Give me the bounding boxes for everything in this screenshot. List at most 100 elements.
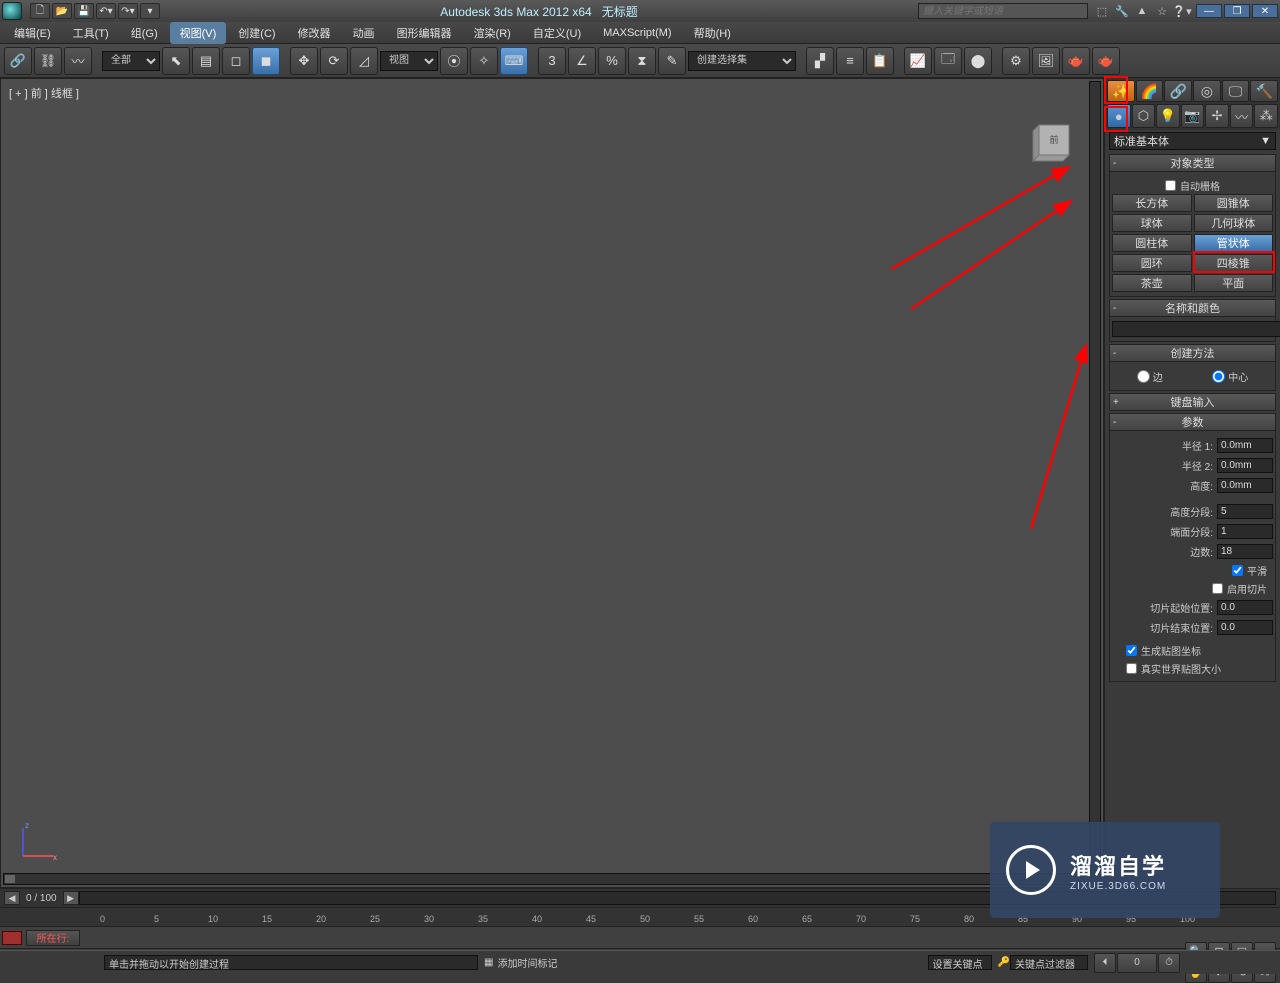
tool-icon[interactable]: 🔧 [1114, 3, 1130, 19]
rotate-icon[interactable]: ⟳ [320, 47, 348, 75]
menu-graph[interactable]: 图形编辑器 [387, 22, 462, 44]
viewport[interactable]: [ + ] 前 ] 线框 ] 前 zx [0, 78, 1104, 888]
rollout-keyboard[interactable]: +键盘输入 [1109, 393, 1276, 411]
chk-realworld[interactable] [1126, 663, 1137, 674]
rollout-objtype[interactable]: -对象类型 [1109, 154, 1276, 172]
time-prev-button[interactable]: ◀ [4, 891, 20, 905]
radio-edge[interactable]: 边 [1137, 369, 1163, 384]
spin-h[interactable] [1218, 479, 1280, 492]
keytag-icon[interactable]: 🔑 [998, 957, 1010, 968]
subtab-helpers[interactable]: ✢ [1205, 104, 1229, 128]
subtab-geometry[interactable]: ● [1107, 104, 1131, 128]
schematic-icon[interactable]: 🗔 [934, 47, 962, 75]
viewport-scroll-h[interactable] [3, 873, 1101, 885]
tab-create[interactable]: ✨ [1107, 80, 1135, 102]
edit-named-icon[interactable]: ✎ [658, 47, 686, 75]
menu-view[interactable]: 视图(V) [170, 22, 227, 44]
obj-geosphere[interactable]: 几何球体 [1194, 214, 1274, 232]
menu-render[interactable]: 渲染(R) [464, 22, 521, 44]
maximize-button[interactable]: ❐ [1224, 4, 1250, 18]
qat-redo-icon[interactable]: ↷▾ [118, 3, 138, 19]
move-icon[interactable]: ✥ [290, 47, 318, 75]
material-icon[interactable]: ⬤ [964, 47, 992, 75]
tab-hierarchy[interactable]: 🔗 [1164, 80, 1192, 102]
addtag-label[interactable]: 添加时间标记 [498, 955, 558, 970]
spin-cseg[interactable] [1218, 525, 1280, 538]
chk-smooth[interactable] [1232, 565, 1243, 576]
object-name-input[interactable] [1112, 321, 1280, 337]
menu-group[interactable]: 组(G) [121, 22, 168, 44]
menu-tools[interactable]: 工具(T) [63, 22, 119, 44]
subtab-cameras[interactable]: 📷 [1181, 104, 1205, 128]
percent-snap-icon[interactable]: % [598, 47, 626, 75]
app-icon[interactable] [2, 2, 22, 20]
qat-save-icon[interactable]: 💾 [74, 3, 94, 19]
tab-utilities[interactable]: 🔨 [1250, 80, 1278, 102]
radio-center[interactable]: 中心 [1212, 369, 1248, 384]
menu-create[interactable]: 创建(C) [228, 22, 285, 44]
category-dropdown[interactable]: 标准基本体▼ [1109, 132, 1276, 150]
qat-undo-icon[interactable]: ↶▾ [96, 3, 116, 19]
curve-editor-icon[interactable]: 📈 [904, 47, 932, 75]
menu-help[interactable]: 帮助(H) [684, 22, 741, 44]
spin-r2[interactable] [1218, 459, 1280, 472]
obj-pyramid[interactable]: 四棱锥 [1194, 254, 1274, 272]
pivot-icon[interactable]: ⦿ [440, 47, 468, 75]
menu-edit[interactable]: 编辑(E) [4, 22, 61, 44]
viewport-label[interactable]: [ + ] 前 ] 线框 ] [9, 85, 79, 101]
select-name-icon[interactable]: ▤ [192, 47, 220, 75]
tab-modify[interactable]: 🌈 [1136, 80, 1164, 102]
nowrow-button[interactable]: 所在行: [26, 930, 80, 946]
angle-snap-icon[interactable]: ∠ [568, 47, 596, 75]
obj-tube[interactable]: 管状体 [1194, 234, 1274, 252]
tab-motion[interactable]: ◎ [1193, 80, 1221, 102]
menu-maxscript[interactable]: MAXScript(M) [593, 24, 681, 42]
named-sel-combo[interactable]: 创建选择集 [688, 51, 796, 71]
obj-sphere[interactable]: 球体 [1112, 214, 1192, 232]
rollout-params[interactable]: -参数 [1109, 413, 1276, 431]
tab-display[interactable]: 🖵 [1222, 80, 1250, 102]
layer-icon[interactable]: 📋 [866, 47, 894, 75]
chk-genmap[interactable] [1126, 645, 1137, 656]
obj-plane[interactable]: 平面 [1194, 274, 1274, 292]
menu-animation[interactable]: 动画 [343, 22, 385, 44]
render-last-icon[interactable]: 🫖 [1092, 47, 1120, 75]
setkey-button[interactable]: 设置关键点 [928, 955, 992, 970]
obj-teapot[interactable]: 茶壶 [1112, 274, 1192, 292]
help-icon[interactable]: ❔▾ [1174, 3, 1190, 19]
track-start-marker[interactable] [2, 931, 22, 945]
subtab-lights[interactable]: 💡 [1156, 104, 1180, 128]
time-next-button[interactable]: ▶ [63, 891, 79, 905]
keyfilter-button[interactable]: 关键点过滤器 [1010, 955, 1088, 970]
minimize-button[interactable]: — [1196, 4, 1222, 18]
spin-st[interactable] [1218, 621, 1280, 634]
connect-icon[interactable]: ⬚ [1094, 3, 1110, 19]
frame-input[interactable]: 0 [1117, 953, 1157, 973]
rollout-namecolor[interactable]: -名称和颜色 [1109, 299, 1276, 317]
refcoord-combo[interactable]: 视图 [380, 51, 438, 71]
window-crossing-icon[interactable]: ◼ [252, 47, 280, 75]
obj-cone[interactable]: 圆锥体 [1194, 194, 1274, 212]
subtab-systems[interactable]: ⁂ [1254, 104, 1278, 128]
autogrid-checkbox[interactable] [1165, 180, 1176, 191]
menu-custom[interactable]: 自定义(U) [523, 22, 591, 44]
script-icon[interactable]: ▦ [484, 957, 493, 968]
spin-sf[interactable] [1218, 601, 1280, 614]
rollout-createmethod[interactable]: -创建方法 [1109, 344, 1276, 362]
star-icon[interactable]: ☆ [1154, 3, 1170, 19]
mirror-icon[interactable]: ▞ [806, 47, 834, 75]
menu-modifiers[interactable]: 修改器 [288, 22, 341, 44]
select-region-icon[interactable]: ◻ [222, 47, 250, 75]
obj-torus[interactable]: 圆环 [1112, 254, 1192, 272]
link-icon[interactable]: 🔗 [4, 47, 32, 75]
obj-cylinder[interactable]: 圆柱体 [1112, 234, 1192, 252]
render-frame-icon[interactable]: 🖼 [1032, 47, 1060, 75]
obj-box[interactable]: 长方体 [1112, 194, 1192, 212]
render-icon[interactable]: 🫖 [1062, 47, 1090, 75]
viewcube[interactable]: 前 [1027, 117, 1075, 165]
scale-icon[interactable]: ◿ [350, 47, 378, 75]
spin-hseg[interactable] [1218, 505, 1280, 518]
close-button[interactable]: ✕ [1252, 4, 1278, 18]
search-input[interactable] [918, 3, 1088, 19]
unlink-icon[interactable]: ⛓ [34, 47, 62, 75]
